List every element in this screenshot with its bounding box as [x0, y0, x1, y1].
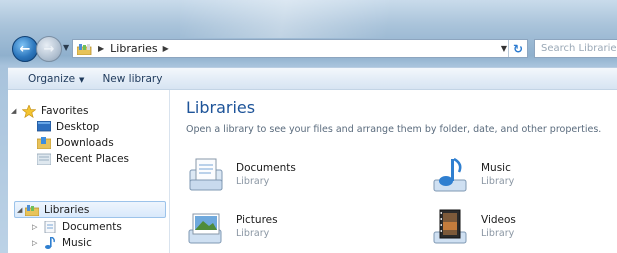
- documents-library-icon: [187, 156, 225, 194]
- address-history-dropdown-icon[interactable]: ▼: [501, 44, 507, 53]
- library-type: Library: [236, 176, 270, 187]
- page-subtitle: Open a library to see your files and arr…: [186, 124, 602, 135]
- content-pane: Libraries Open a library to see your fil…: [170, 90, 617, 253]
- nav-label-music: Music: [62, 237, 92, 249]
- library-name: Videos: [481, 214, 516, 226]
- organize-button[interactable]: Organize ▼: [28, 73, 84, 85]
- library-type: Library: [481, 176, 515, 187]
- back-arrow-icon: ←: [19, 41, 31, 57]
- recent-places-icon: [36, 153, 52, 166]
- nav-label-favorites: Favorites: [41, 105, 89, 117]
- collapsed-arrow-icon[interactable]: ▷: [32, 223, 37, 231]
- library-name: Documents: [236, 162, 296, 174]
- refresh-button[interactable]: ↻: [508, 40, 527, 57]
- collapsed-arrow-icon[interactable]: ▷: [32, 239, 37, 247]
- nav-item-music[interactable]: Music: [43, 235, 92, 251]
- videos-library-icon: [432, 208, 470, 246]
- refresh-icon: ↻: [512, 41, 524, 56]
- expand-arrow-icon[interactable]: ◢: [11, 107, 16, 115]
- library-type: Library: [236, 228, 270, 239]
- nav-item-favorites[interactable]: Favorites: [21, 103, 89, 119]
- breadcrumb-separator-icon[interactable]: ▶: [163, 44, 169, 53]
- expand-arrow-icon[interactable]: ◢: [17, 206, 22, 214]
- nav-label-recent-places: Recent Places: [56, 153, 130, 165]
- nav-item-libraries[interactable]: Libraries: [24, 202, 90, 218]
- music-icon: [43, 236, 57, 249]
- nav-item-documents[interactable]: Documents: [43, 219, 122, 235]
- library-type: Library: [481, 228, 515, 239]
- forward-button[interactable]: →: [36, 36, 62, 62]
- library-name: Music: [481, 162, 511, 174]
- library-name: Pictures: [236, 214, 278, 226]
- library-tile-videos[interactable]: Videos Library: [432, 208, 617, 248]
- nav-label-libraries: Libraries: [44, 204, 90, 216]
- documents-icon: [43, 220, 57, 234]
- music-library-icon: [432, 156, 470, 194]
- library-tile-documents[interactable]: Documents Library: [187, 156, 387, 196]
- nav-label-documents: Documents: [62, 221, 122, 233]
- chevron-down-icon: ▼: [79, 75, 85, 84]
- new-library-button[interactable]: New library: [102, 73, 162, 85]
- star-icon: [21, 104, 37, 119]
- glass-highlight: [180, 0, 440, 38]
- back-button[interactable]: ←: [12, 36, 38, 62]
- nav-label-desktop: Desktop: [56, 121, 100, 133]
- nav-item-downloads[interactable]: Downloads: [36, 135, 114, 151]
- libraries-icon: [24, 204, 40, 217]
- address-bar[interactable]: ▶ Libraries ▶ ▼ ↻: [72, 39, 528, 58]
- nav-item-recent-places[interactable]: Recent Places: [36, 151, 130, 167]
- page-title: Libraries: [186, 98, 256, 117]
- downloads-icon: [36, 137, 52, 150]
- command-bar: Organize ▼ New library: [8, 67, 617, 90]
- breadcrumb-libraries[interactable]: Libraries: [110, 42, 158, 55]
- pictures-library-icon: [187, 208, 225, 246]
- navigation-pane: ◢ Favorites Desktop Downloads Recent Pla…: [8, 90, 170, 253]
- library-tile-pictures[interactable]: Pictures Library: [187, 208, 387, 248]
- nav-label-downloads: Downloads: [56, 137, 114, 149]
- forward-arrow-icon: →: [43, 41, 55, 57]
- library-tile-music[interactable]: Music Library: [432, 156, 617, 196]
- libraries-icon: [76, 43, 93, 55]
- nav-item-desktop[interactable]: Desktop: [36, 119, 100, 135]
- organize-label: Organize: [28, 72, 76, 85]
- explorer-window: ← → ▼ ▶ Libraries ▶ ▼ ↻ Search Libraries…: [0, 0, 617, 253]
- search-input[interactable]: Search Libraries: [534, 39, 617, 58]
- desktop-icon: [36, 120, 52, 133]
- breadcrumb-separator-icon[interactable]: ▶: [98, 44, 104, 53]
- recent-pages-dropdown[interactable]: ▼: [63, 43, 69, 52]
- address-row: ← → ▼ ▶ Libraries ▶ ▼ ↻ Search Libraries: [8, 34, 617, 62]
